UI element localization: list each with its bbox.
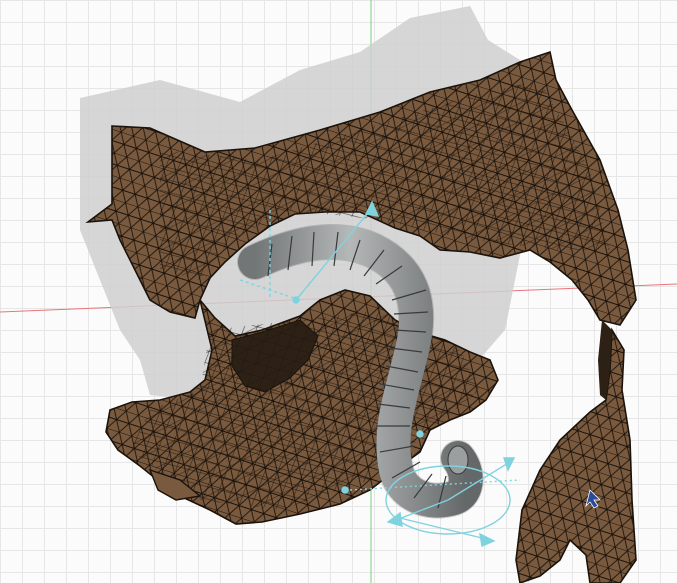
gizmo-arrow-e[interactable] bbox=[386, 511, 403, 527]
gizmo-node-1[interactable] bbox=[292, 296, 300, 304]
instrument-tip[interactable] bbox=[447, 445, 469, 475]
skull-right-column-wire bbox=[516, 330, 636, 583]
gizmo-arrow-f[interactable] bbox=[503, 457, 516, 472]
3d-viewport[interactable] bbox=[0, 0, 677, 583]
gizmo-arrow-d[interactable] bbox=[479, 532, 496, 547]
gizmo-node-3[interactable] bbox=[416, 430, 424, 438]
gizmo-node-2[interactable] bbox=[341, 486, 349, 494]
